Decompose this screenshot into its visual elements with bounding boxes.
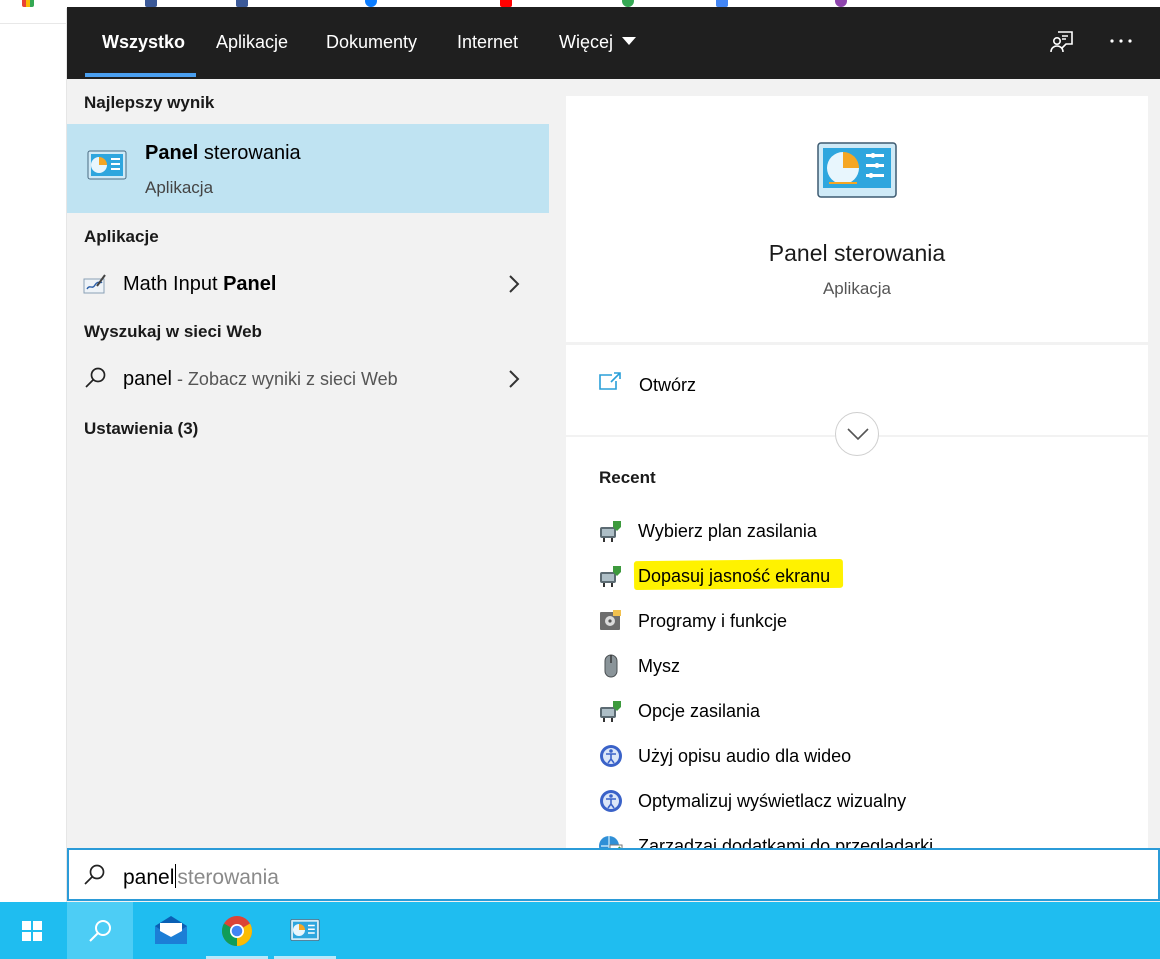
bookmark-apps	[22, 0, 40, 7]
search-input[interactable]: panel sterowania	[123, 864, 279, 890]
bookmark-youtube	[500, 0, 518, 7]
web-search-query: panel	[123, 368, 172, 390]
search-icon	[84, 366, 108, 395]
result-math-input-panel[interactable]: Math Input Panel	[67, 262, 549, 306]
result-web-search[interactable]: panel - Zobacz wyniki z sieci Web	[67, 357, 549, 401]
open-button[interactable]: Otwórz	[598, 367, 898, 403]
bookmark-messenger	[365, 0, 383, 7]
recent-item-label: Wybierz plan zasilania	[638, 521, 817, 541]
recent-item[interactable]: Mysz	[598, 649, 1118, 683]
power-options-icon	[598, 563, 624, 594]
search-icon	[89, 920, 111, 942]
tab-documents[interactable]: Dokumenty	[326, 32, 417, 53]
feedback-icon[interactable]	[1049, 29, 1075, 60]
best-match-title: Panel sterowania	[145, 142, 301, 165]
power-options-icon	[598, 698, 624, 729]
recent-item[interactable]: Programy i funkcje	[598, 604, 1118, 638]
settings-header[interactable]: Ustawienia (3)	[84, 419, 198, 439]
math-input-panel-label: Math Input Panel	[123, 273, 276, 296]
math-input-panel-icon	[83, 272, 107, 301]
bookmark-maps	[622, 0, 640, 7]
recent-item-label: Mysz	[638, 656, 680, 676]
taskbar-search-button[interactable]	[67, 902, 133, 959]
control-panel-icon	[87, 150, 127, 185]
programs-features-icon	[598, 608, 624, 639]
web-search-hint: - Zobacz wyniki z sieci Web	[171, 369, 398, 389]
result-preview-card: Panel sterowania Aplikacja	[566, 96, 1148, 342]
caret-down-icon	[622, 37, 637, 45]
recent-item[interactable]: Użyj opisu audio dla wideo	[598, 739, 1118, 773]
recent-item-label: Dopasuj jasność ekranu	[638, 566, 831, 586]
web-search-label: panel - Zobacz wyniki z sieci Web	[123, 368, 398, 391]
math-input-label-bold: Panel	[223, 273, 277, 295]
start-icon	[22, 921, 42, 941]
ease-of-access-icon	[598, 788, 624, 819]
recent-item-label: Użyj opisu audio dla wideo	[638, 746, 852, 766]
recent-item[interactable]: Opcje zasilania	[598, 694, 1118, 728]
chevron-right-icon[interactable]	[507, 274, 521, 299]
preview-subtitle: Aplikacja	[822, 279, 892, 298]
tab-web[interactable]: Internet	[457, 32, 518, 53]
tab-all[interactable]: Wszystko	[102, 32, 185, 53]
control-panel-icon	[290, 919, 320, 941]
apps-header: Aplikacje	[84, 227, 159, 246]
chrome-icon	[221, 916, 253, 946]
preview-title: Panel sterowania	[768, 240, 946, 266]
best-match-subtitle: Aplikacja	[145, 178, 214, 197]
expand-button[interactable]	[835, 412, 879, 456]
recent-item[interactable]: Zarządzaj dodatkami do przeglądarki	[598, 829, 1118, 849]
control-panel-large-icon	[817, 142, 897, 203]
tab-more-label: Więcej	[559, 32, 614, 52]
search-typed-text: panel	[123, 866, 175, 889]
search-autocomplete: sterowania	[177, 866, 279, 889]
start-button[interactable]	[0, 902, 66, 959]
windows-search-window: Wszystko Aplikacje Dokumenty Internet Wi…	[67, 7, 1160, 902]
more-options-icon[interactable]	[1109, 31, 1133, 56]
power-options-icon	[598, 518, 624, 549]
best-match-title-bold: Panel	[145, 142, 199, 164]
tab-more[interactable]: Więcej	[559, 32, 637, 53]
taskbar-chrome-button[interactable]	[204, 902, 270, 959]
bookmark-facebook	[236, 0, 254, 7]
best-match-title-rest: sterowania	[198, 142, 301, 164]
taskbar	[0, 902, 1160, 959]
recent-item[interactable]: Wybierz plan zasilania	[598, 514, 1118, 548]
web-search-header: Wyszukaj w sieci Web	[84, 322, 262, 341]
recent-list: Recent Wybierz plan zasilania Dopasuj jas…	[566, 437, 1148, 849]
math-input-label-plain: Math Input	[123, 273, 224, 295]
bookmark-8	[835, 0, 853, 7]
internet-options-icon	[598, 833, 624, 849]
active-tab-indicator	[85, 73, 196, 77]
search-box[interactable]: panel sterowania	[67, 848, 1160, 901]
recent-item-label: Optymalizuj wyświetlacz wizualny	[638, 791, 907, 811]
open-label: Otwórz	[639, 375, 697, 395]
recent-item-label: Opcje zasilania	[638, 701, 761, 721]
best-match-header: Najlepszy wynik	[84, 93, 215, 112]
recent-item[interactable]: Optymalizuj wyświetlacz wizualny	[598, 784, 1118, 818]
recent-header: Recent	[599, 468, 656, 487]
mouse-icon	[598, 653, 624, 684]
taskbar-mail-button[interactable]	[138, 902, 204, 959]
bookmark-2	[145, 0, 163, 7]
taskbar-control-panel-button[interactable]	[272, 902, 338, 959]
ease-of-access-icon	[598, 743, 624, 774]
search-filter-bar: Wszystko Aplikacje Dokumenty Internet Wi…	[67, 7, 1160, 79]
recent-item-label: Programy i funkcje	[638, 611, 788, 631]
recent-item[interactable]: Dopasuj jasność ekranu	[598, 559, 1118, 593]
bookmark-translate	[716, 0, 734, 7]
mail-icon	[155, 916, 187, 944]
open-icon	[598, 371, 622, 398]
search-icon	[83, 863, 107, 892]
chevron-right-icon[interactable]	[507, 369, 521, 394]
background-browser-window	[0, 8, 67, 902]
results-list: Najlepszy wynik Panel sterowania Aplikac…	[67, 79, 549, 849]
chevron-down-icon	[847, 428, 869, 441]
tab-apps[interactable]: Aplikacje	[216, 32, 288, 53]
best-match-result[interactable]: Panel sterowania Aplikacja	[67, 124, 549, 213]
